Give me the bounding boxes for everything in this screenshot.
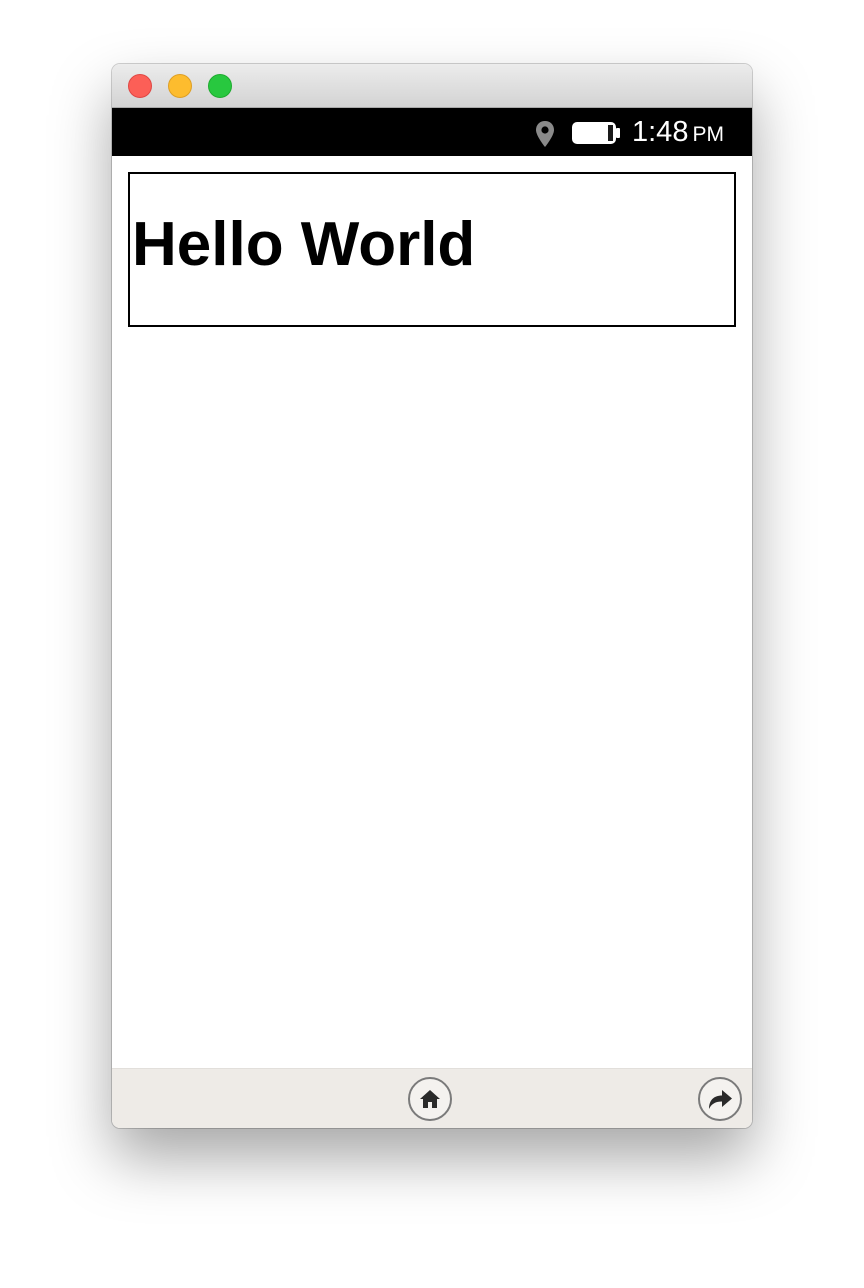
title-bar[interactable] <box>112 64 752 108</box>
clock-ampm: PM <box>692 123 724 146</box>
clock-time: 1:48 <box>632 116 689 148</box>
bottom-toolbar <box>112 1068 752 1128</box>
status-bar: 1:48 PM <box>112 108 752 156</box>
app-content: Hello World <box>112 156 752 1068</box>
forward-icon <box>709 1090 732 1109</box>
zoom-button[interactable] <box>208 74 232 98</box>
hello-heading: Hello World <box>132 210 476 279</box>
location-icon <box>536 121 554 147</box>
battery-icon <box>572 122 620 144</box>
app-window: 1:48 PM Hello World <box>112 64 752 1128</box>
home-button[interactable] <box>408 1077 452 1121</box>
close-button[interactable] <box>128 74 152 98</box>
forward-button[interactable] <box>698 1077 742 1121</box>
status-clock: 1:48 PM <box>632 114 724 150</box>
home-icon <box>420 1090 440 1108</box>
hello-container: Hello World <box>128 172 736 327</box>
minimize-button[interactable] <box>168 74 192 98</box>
